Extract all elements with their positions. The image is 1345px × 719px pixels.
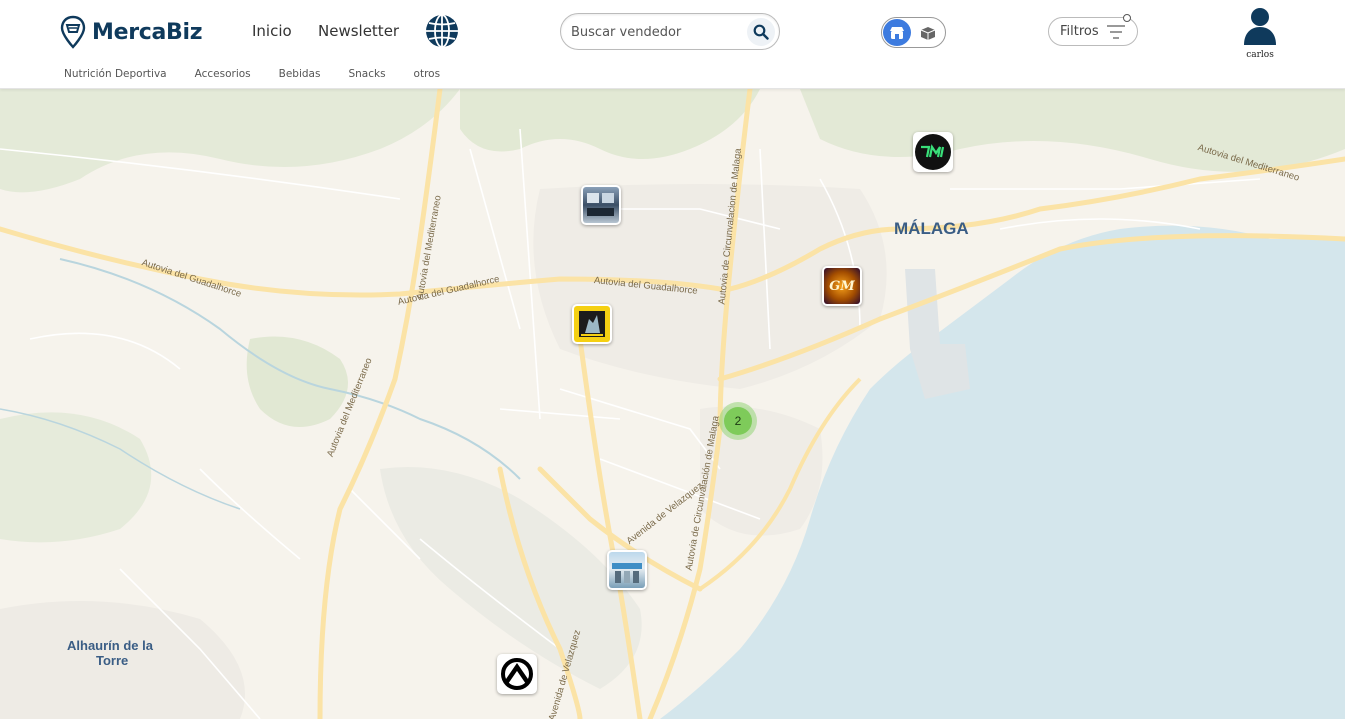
brand-name: MercaBiz xyxy=(92,19,203,45)
vendor-marker-2[interactable] xyxy=(581,185,621,225)
category-bebidas[interactable]: Bebidas xyxy=(279,68,321,80)
gm-logo-icon: GM xyxy=(829,278,855,294)
cluster-count: 2 xyxy=(734,414,742,428)
category-nutricion[interactable]: Nutrición Deportiva xyxy=(64,68,167,80)
city-label-malaga: MÁLAGA xyxy=(894,219,969,238)
marker-cluster[interactable]: 2 xyxy=(719,402,757,440)
arrow-logo-icon xyxy=(501,658,533,690)
vendor-marker-3[interactable]: GM xyxy=(822,266,862,306)
top-navbar: MercaBiz Inicio Newsletter Buscar vended… xyxy=(0,0,1345,89)
filters-label: Filtros xyxy=(1060,24,1099,39)
filters-button[interactable]: Filtros xyxy=(1048,14,1138,46)
search-icon xyxy=(753,24,769,40)
storefront-photo-icon xyxy=(612,563,642,583)
vendor-marker-4[interactable] xyxy=(572,304,612,344)
category-otros[interactable]: otros xyxy=(414,68,441,80)
filter-lines-icon xyxy=(1107,25,1125,39)
search-input[interactable] xyxy=(571,22,741,42)
town-label-alhaurin-2: Torre xyxy=(96,653,129,668)
language-globe-icon[interactable] xyxy=(424,13,460,49)
user-profile[interactable]: carlos xyxy=(1240,7,1280,60)
nav-newsletter-link[interactable]: Newsletter xyxy=(318,22,399,40)
box-icon xyxy=(920,27,936,40)
user-name: carlos xyxy=(1246,50,1274,60)
vendor-marker-5[interactable] xyxy=(607,550,647,590)
tm-logo-icon xyxy=(921,144,945,158)
vendor-marker-1[interactable] xyxy=(913,132,953,172)
filters-indicator-dot xyxy=(1123,14,1131,22)
search-button[interactable] xyxy=(747,18,775,46)
nav-home-link[interactable]: Inicio xyxy=(252,22,292,40)
brand-logo[interactable]: MercaBiz xyxy=(60,14,203,50)
vendor-marker-6[interactable] xyxy=(497,654,537,694)
stores-view-button[interactable] xyxy=(883,19,911,46)
map-base-layer xyxy=(0,89,1345,719)
category-bar: Nutrición Deportiva Accesorios Bebidas S… xyxy=(64,68,440,80)
vendor-map[interactable]: MÁLAGA Alhaurín de la Torre Autovia del … xyxy=(0,89,1345,719)
vendor-search xyxy=(560,13,780,50)
store-photo-icon xyxy=(587,193,614,216)
town-label-alhaurin-1: Alhaurín de la xyxy=(67,638,153,653)
category-accesorios[interactable]: Accesorios xyxy=(195,68,251,80)
view-mode-toggle xyxy=(881,17,946,48)
user-avatar-icon xyxy=(1244,8,1276,45)
category-snacks[interactable]: Snacks xyxy=(348,68,385,80)
products-view-button[interactable] xyxy=(916,21,940,45)
location-bag-icon xyxy=(60,15,86,49)
store-icon xyxy=(890,26,904,39)
fitness-logo-icon xyxy=(579,311,605,337)
